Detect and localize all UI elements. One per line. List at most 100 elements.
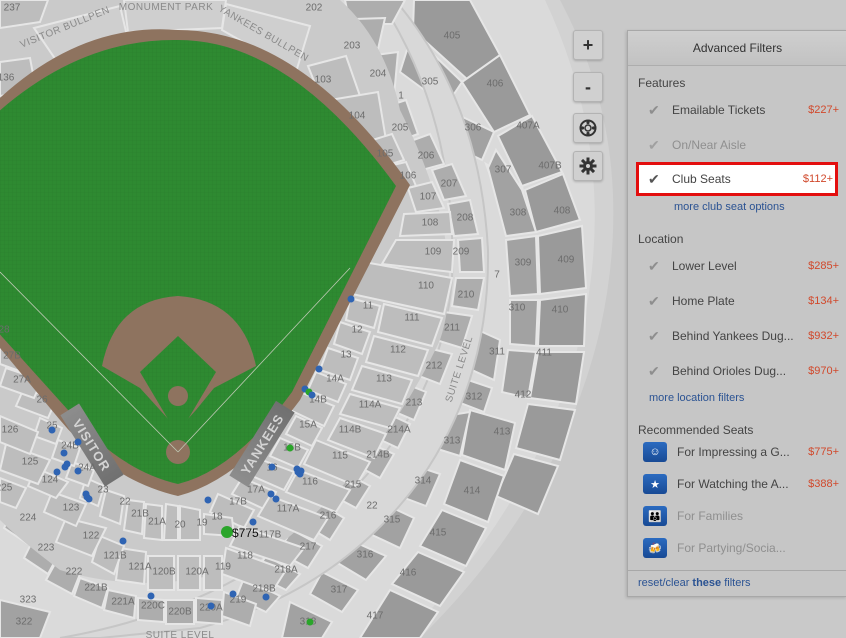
- section-label-19: 19: [196, 518, 208, 529]
- filter-emailable-tickets[interactable]: ✔ Emailable Tickets $227+: [628, 95, 846, 125]
- filter-price: $932+: [808, 330, 839, 342]
- listing-marker[interactable]: [347, 295, 355, 303]
- filter-lower-level[interactable]: ✔ Lower Level $285+: [628, 251, 846, 281]
- filter-home-plate[interactable]: ✔ Home Plate $134+: [628, 286, 846, 316]
- listing-marker[interactable]: [272, 495, 280, 503]
- section-label-214B: 214B: [366, 450, 390, 461]
- checkmark-icon: ✔: [648, 101, 660, 118]
- section-label-225: 225: [0, 483, 13, 494]
- listing-marker[interactable]: [294, 468, 302, 476]
- rec-watching-the-action[interactable]: ★ For Watching the A... $388+: [628, 469, 846, 499]
- section-label-204: 204: [370, 69, 387, 80]
- rec-partying-socializing[interactable]: 🍻 For Partying/Socia...: [628, 533, 846, 563]
- section-label-308: 308: [510, 208, 527, 219]
- section-label-109: 109: [425, 247, 442, 258]
- checkmark-icon: ✔: [648, 362, 660, 379]
- section-label-314: 314: [415, 476, 432, 487]
- listing-marker[interactable]: [315, 365, 323, 373]
- listing-marker[interactable]: [85, 495, 93, 503]
- filter-price: $227+: [808, 104, 839, 116]
- section-label-123: 123: [63, 503, 80, 514]
- section-label-408: 408: [554, 206, 571, 217]
- minus-icon: -: [585, 76, 591, 97]
- section-label-14A: 14A: [326, 374, 344, 385]
- section-label-322: 322: [16, 617, 33, 628]
- listing-marker[interactable]: [308, 391, 316, 399]
- listing-marker[interactable]: [48, 426, 56, 434]
- listing-marker[interactable]: [61, 463, 69, 471]
- listing-marker[interactable]: [53, 468, 61, 476]
- zoom-out-button[interactable]: -: [573, 72, 603, 102]
- listing-marker[interactable]: [267, 490, 275, 498]
- rec-label: For Impressing a G...: [677, 445, 790, 459]
- section-label-27A: 27A: [13, 375, 31, 386]
- section-label-216: 216: [320, 511, 337, 522]
- zoom-in-button[interactable]: +: [573, 30, 603, 60]
- gear-icon: [579, 157, 597, 175]
- section-label-323: 323: [20, 595, 37, 606]
- section-label-411: 411: [536, 348, 552, 359]
- section-410[interactable]: [528, 351, 586, 406]
- reset-clear-filters-link[interactable]: reset/clear these filters: [638, 577, 751, 589]
- rec-price: $775+: [808, 446, 839, 458]
- listing-marker[interactable]: [74, 467, 82, 475]
- listing-marker[interactable]: [147, 592, 155, 600]
- rec-for-families[interactable]: 👪 For Families: [628, 501, 846, 531]
- section-label-121B: 121B: [103, 551, 127, 562]
- filter-price: $285+: [808, 260, 839, 272]
- listing-marker[interactable]: [262, 593, 270, 601]
- section-label-222: 222: [66, 567, 83, 578]
- listing-marker[interactable]: [268, 463, 276, 471]
- section-label-409: 409: [558, 255, 575, 266]
- section-label-210: 210: [458, 290, 475, 301]
- listing-marker[interactable]: [204, 496, 212, 504]
- section-label-107: 107: [420, 192, 437, 203]
- listing-marker[interactable]: [207, 602, 215, 610]
- section-label-15A: 15A: [299, 420, 317, 431]
- section-label-417: 417: [367, 611, 384, 622]
- reset-prefix: reset/clear: [638, 577, 693, 589]
- filter-label: Behind Orioles Dug...: [672, 364, 787, 378]
- section-label-306: 306: [465, 123, 482, 134]
- plus-icon: +: [582, 34, 594, 55]
- section-label-23: 23: [97, 485, 109, 496]
- more-club-seat-options-link[interactable]: more club seat options: [674, 201, 785, 213]
- pitchers-mound: [168, 386, 188, 406]
- filter-club-seats-selected[interactable]: ✔ Club Seats $112+: [636, 162, 838, 196]
- more-location-filters-link[interactable]: more location filters: [649, 392, 744, 404]
- listing-marker[interactable]: [306, 618, 314, 626]
- section-label-316: 316: [357, 550, 374, 561]
- listing-marker[interactable]: [119, 537, 127, 545]
- reset-view-button[interactable]: [573, 113, 603, 143]
- section-label-105: 105: [377, 149, 394, 160]
- filter-behind-yankees-dugout[interactable]: ✔ Behind Yankees Dug... $932+: [628, 321, 846, 351]
- listing-marker[interactable]: [249, 518, 257, 526]
- star-icon: ★: [643, 474, 667, 494]
- section-label-309: 309: [515, 258, 532, 269]
- section-label-22: 22: [119, 497, 131, 508]
- filter-label: Lower Level: [672, 259, 737, 273]
- family-icon: 👪: [643, 506, 667, 526]
- rec-impressing-a-guest[interactable]: ☺ For Impressing a G... $775+: [628, 437, 846, 467]
- smile-icon: ☺: [643, 442, 667, 462]
- section-label-218A: 218A: [274, 565, 298, 576]
- filter-price: $112+: [802, 173, 833, 185]
- section-label-17B: 17B: [229, 497, 247, 508]
- rec-label: For Families: [677, 509, 744, 523]
- advanced-filters-panel: Advanced Filters Features ✔ Emailable Ti…: [627, 30, 846, 597]
- listing-marker[interactable]: [74, 438, 82, 446]
- section-label-310: 310: [509, 303, 526, 314]
- filter-on-near-aisle[interactable]: ✔ On/Near Aisle: [628, 130, 846, 160]
- location-heading: Location: [638, 232, 684, 246]
- listing-marker[interactable]: [286, 444, 294, 452]
- section-label-108: 108: [422, 218, 439, 229]
- section-label-205: 205: [392, 123, 409, 134]
- section-label-214A: 214A: [387, 425, 411, 436]
- section-label-12: 12: [351, 325, 363, 336]
- listing-marker[interactable]: [60, 449, 68, 457]
- listing-marker[interactable]: [229, 590, 237, 598]
- section-409[interactable]: [536, 292, 588, 347]
- section-label-121A: 121A: [128, 562, 152, 573]
- filter-behind-orioles-dugout[interactable]: ✔ Behind Orioles Dug... $970+: [628, 356, 846, 386]
- settings-button[interactable]: [573, 151, 603, 181]
